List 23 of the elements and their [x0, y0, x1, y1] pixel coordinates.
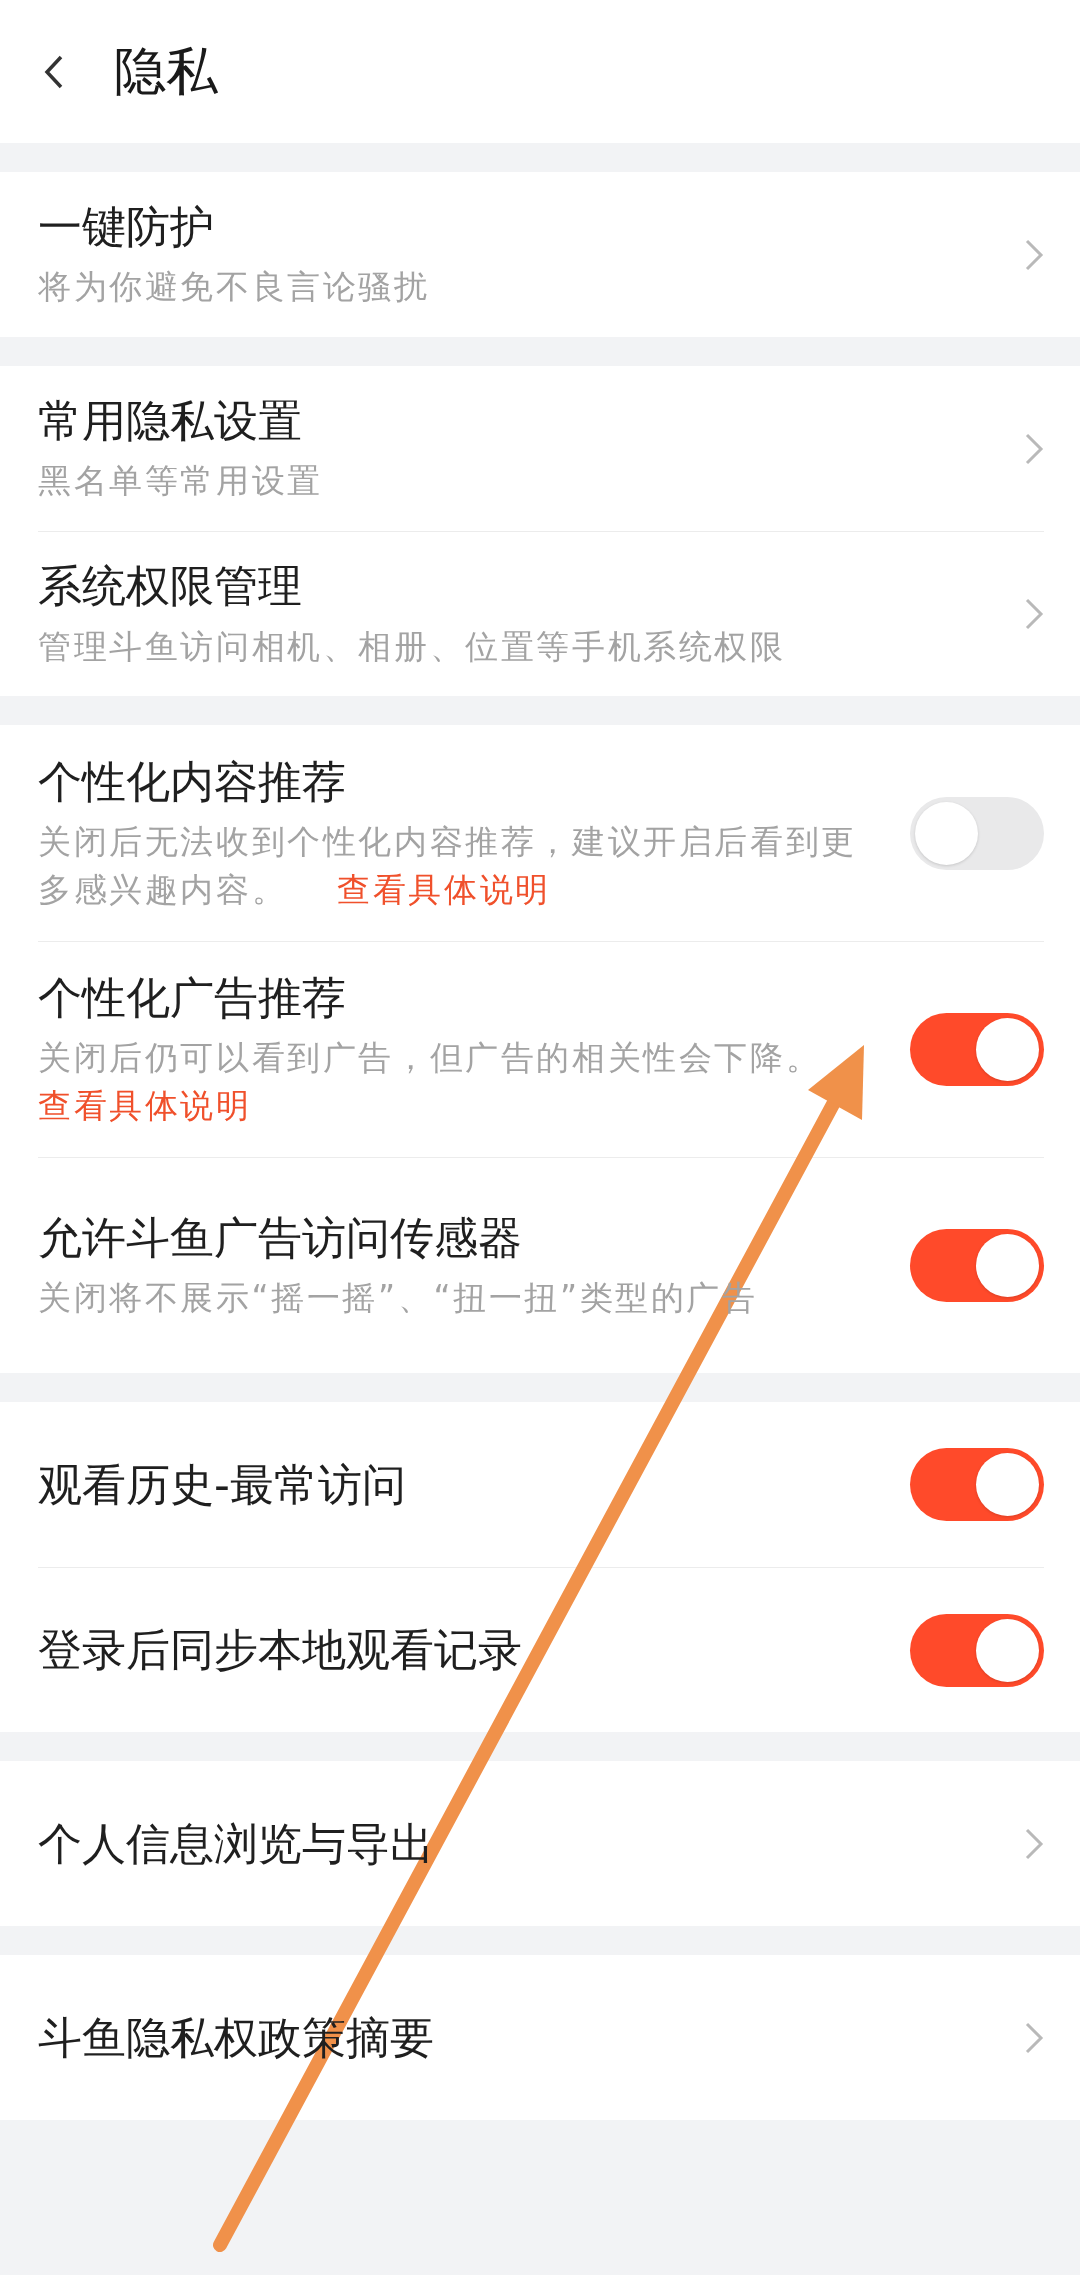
setting-title: 常用隐私设置 [38, 394, 303, 448]
setting-title: 个性化广告推荐 [38, 971, 347, 1026]
setting-title: 登录后同步本地观看记录 [38, 1623, 523, 1678]
setting-description: 关闭后无法收到个性化内容推荐，建议开启后看到更多感兴趣内容。 查看具体说明 [38, 820, 858, 911]
setting-description: 黑名单等常用设置 [38, 460, 324, 503]
setting-title: 观看历史-最常访问 [38, 1457, 407, 1512]
details-link[interactable]: 查看具体说明 [337, 869, 551, 909]
chevron-icon[interactable] [1024, 237, 1044, 272]
back-icon[interactable] [44, 53, 64, 90]
details-link[interactable]: 查看具体说明 [38, 1082, 876, 1130]
setting-title: 一键防护 [38, 200, 215, 254]
setting-title: 允许斗鱼广告访问传感器 [38, 1211, 523, 1265]
chevron-icon[interactable] [1024, 597, 1044, 631]
setting-title: 个人信息浏览与导出 [38, 1816, 435, 1871]
setting-description: 将为你避免不良言论骚扰 [38, 266, 431, 309]
page-title: 隐私 [114, 39, 218, 103]
setting-description: 关闭后仍可以看到广告，但广告的相关性会下降。 查看具体说明 [38, 1034, 886, 1130]
chevron-icon[interactable] [1024, 1826, 1044, 1861]
setting-description: 管理斗鱼访问相机、相册、位置等手机系统权限 [38, 625, 787, 668]
setting-title: 系统权限管理 [38, 559, 303, 614]
setting-title: 个性化内容推荐 [38, 754, 347, 809]
chevron-icon[interactable] [1024, 431, 1044, 466]
chevron-icon[interactable] [1024, 2020, 1044, 2055]
